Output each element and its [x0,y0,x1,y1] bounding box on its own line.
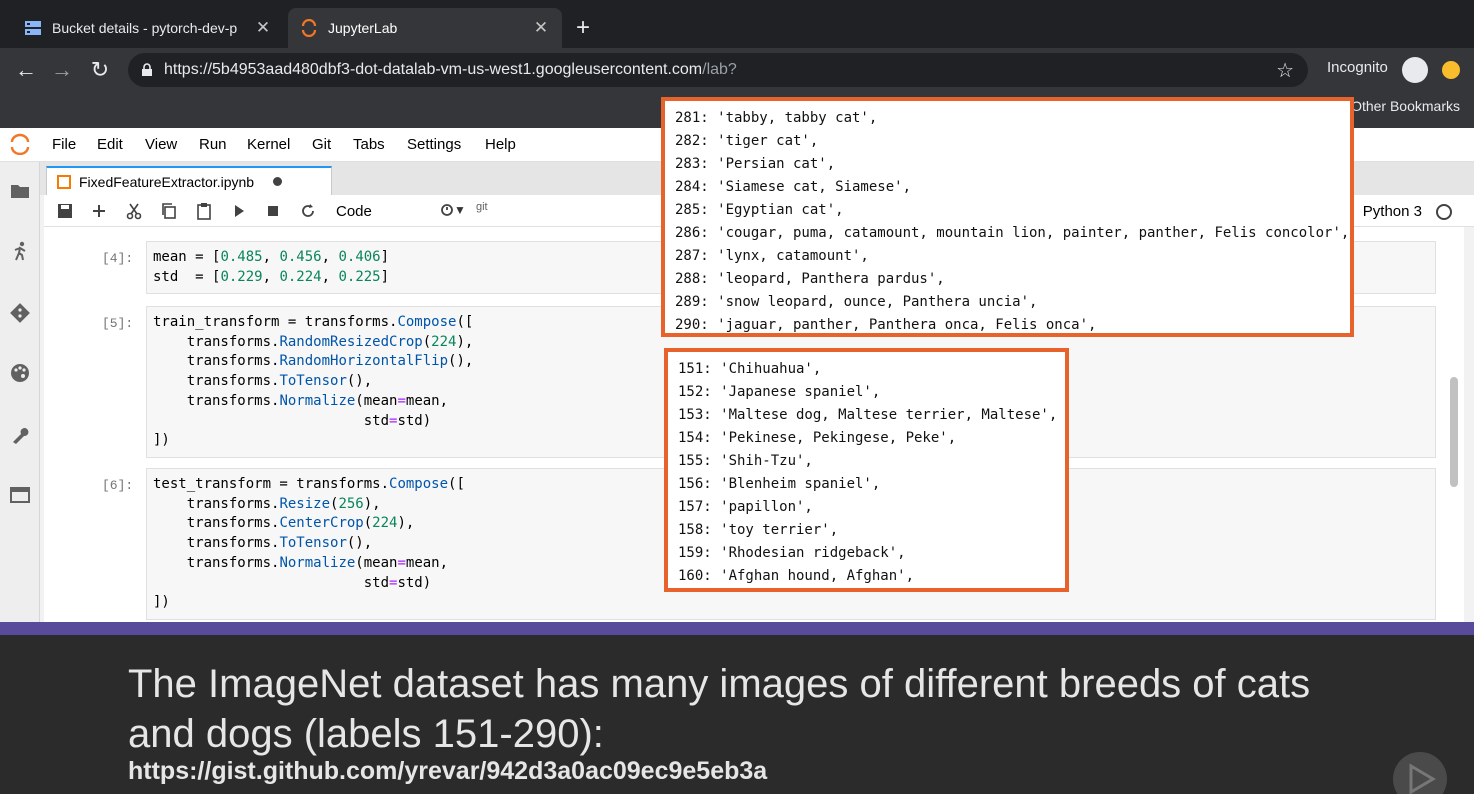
close-icon[interactable]: ✕ [532,18,550,38]
label-list-item: 157: 'papillon', [678,499,813,515]
url-path: /lab? [702,61,737,78]
palette-icon[interactable] [9,362,31,384]
label-list-item: 160: 'Afghan hound, Afghan', [678,568,915,584]
url-host: https://5b4953aad480dbf3-dot-datalab-vm-… [164,61,703,78]
lock-icon [142,63,152,76]
storage-icon [24,19,42,37]
notebook-icon [57,174,71,189]
browser-toolbar: ← → ↻ https://5b4953aad480dbf3-dot-datal… [0,48,1474,92]
play-icon[interactable] [1393,752,1447,794]
label-list-item: 283: 'Persian cat', [675,156,836,172]
paste-icon[interactable] [195,202,213,220]
scrollbar-thumb[interactable] [1450,377,1458,487]
folder-icon[interactable] [9,180,31,202]
label-list-item: 156: 'Blenheim spaniel', [678,476,881,492]
git-label[interactable]: git [476,201,488,213]
label-list-item: 159: 'Rhodesian ridgeback', [678,545,906,561]
cell-type-select[interactable]: Code [336,203,372,220]
label-list-item: 284: 'Siamese cat, Siamese', [675,179,912,195]
menu-help[interactable]: Help [485,136,516,153]
label-list-item: 288: 'leopard, Panthera pardus', [675,271,945,287]
running-icon[interactable] [9,240,31,262]
extension-icon[interactable] [1442,61,1460,79]
menu-git[interactable]: Git [312,136,331,153]
label-list-item: 151: 'Chihuahua', [678,361,822,377]
browser-tab-jupyterlab[interactable]: JupyterLab ✕ [288,8,562,48]
menu-view[interactable]: View [145,136,177,153]
label-list-item: 152: 'Japanese spaniel', [678,384,881,400]
clock-icon[interactable] [438,201,456,219]
menu-kernel[interactable]: Kernel [247,136,290,153]
browser-tab-bucket-details[interactable]: Bucket details - pytorch-dev-p ✕ [12,8,284,48]
notebook-tab-title: FixedFeatureExtractor.ipynb [79,173,255,190]
menu-file[interactable]: File [52,136,76,153]
caption-text: The ImageNet dataset has many images of … [128,662,1311,756]
label-list-item: 158: 'toy terrier', [678,522,839,538]
label-list-item: 289: 'snow leopard, ounce, Panthera unci… [675,294,1038,310]
run-icon[interactable] [230,202,248,220]
restart-icon[interactable] [299,202,317,220]
incognito-icon[interactable] [1402,57,1428,83]
label-list-item: 286: 'cougar, puma, catamount, mountain … [675,225,1350,241]
stop-icon[interactable] [264,202,282,220]
menu-settings[interactable]: Settings [407,136,461,153]
notebook-tab[interactable]: FixedFeatureExtractor.ipynb [46,166,332,195]
left-sidebar [0,162,40,622]
label-list-item: 281: 'tabby, tabby cat', [675,110,878,126]
video-caption: The ImageNet dataset has many images of … [0,635,1474,794]
tab-title: Bucket details - pytorch-dev-p [52,20,238,36]
reload-icon[interactable]: ↻ [86,56,114,84]
close-icon[interactable]: ✕ [254,18,272,38]
save-icon[interactable] [56,202,74,220]
dog-labels-overlay: 151: 'Chihuahua', 152: 'Japanese spaniel'… [664,348,1069,592]
menu-edit[interactable]: Edit [97,136,123,153]
tabs-icon[interactable] [9,484,31,506]
label-list-item: 155: 'Shih-Tzu', [678,453,813,469]
menu-run[interactable]: Run [199,136,227,153]
git-icon[interactable] [9,302,31,324]
wrench-icon[interactable] [9,424,31,446]
label-list-item: 153: 'Maltese dog, Maltese terrier, Malt… [678,407,1058,423]
progress-bar-strip [0,622,1474,635]
caption-link[interactable]: https://gist.github.com/yrevar/942d3a0ac… [128,757,767,786]
copy-icon[interactable] [160,202,178,220]
label-list-item: 154: 'Pekinese, Pekingese, Peke', [678,430,957,446]
cat-labels-overlay: 281: 'tabby, tabby cat', 282: 'tiger cat'… [661,97,1354,337]
incognito-label: Incognito [1327,59,1388,76]
jupyter-logo-icon [10,133,30,155]
bookmark-star-icon[interactable]: ☆ [1276,58,1294,83]
browser-tab-strip: Bucket details - pytorch-dev-p ✕ Jupyter… [0,0,1474,48]
tab-title: JupyterLab [328,20,398,36]
jupyter-logo-icon [300,19,318,37]
kernel-status-icon [1436,204,1452,220]
other-bookmarks[interactable]: Other Bookmarks [1351,98,1460,114]
back-arrow-icon[interactable]: ← [12,56,40,84]
new-tab-plus-icon[interactable]: + [576,14,590,42]
label-list-item: 290: 'jaguar, panther, Panthera onca, Fe… [675,317,1097,333]
add-cell-icon[interactable] [90,202,108,220]
address-bar[interactable]: https://5b4953aad480dbf3-dot-datalab-vm-… [128,53,1308,87]
label-list-item: 287: 'lynx, catamount', [675,248,869,264]
menu-tabs[interactable]: Tabs [353,136,385,153]
label-list-item: 285: 'Egyptian cat', [675,202,844,218]
cut-icon[interactable] [125,202,143,220]
forward-arrow-icon[interactable]: → [48,56,76,84]
unsaved-dot-icon[interactable] [273,177,282,186]
kernel-name[interactable]: Python 3 [1363,203,1422,220]
label-list-item: 282: 'tiger cat', [675,133,819,149]
